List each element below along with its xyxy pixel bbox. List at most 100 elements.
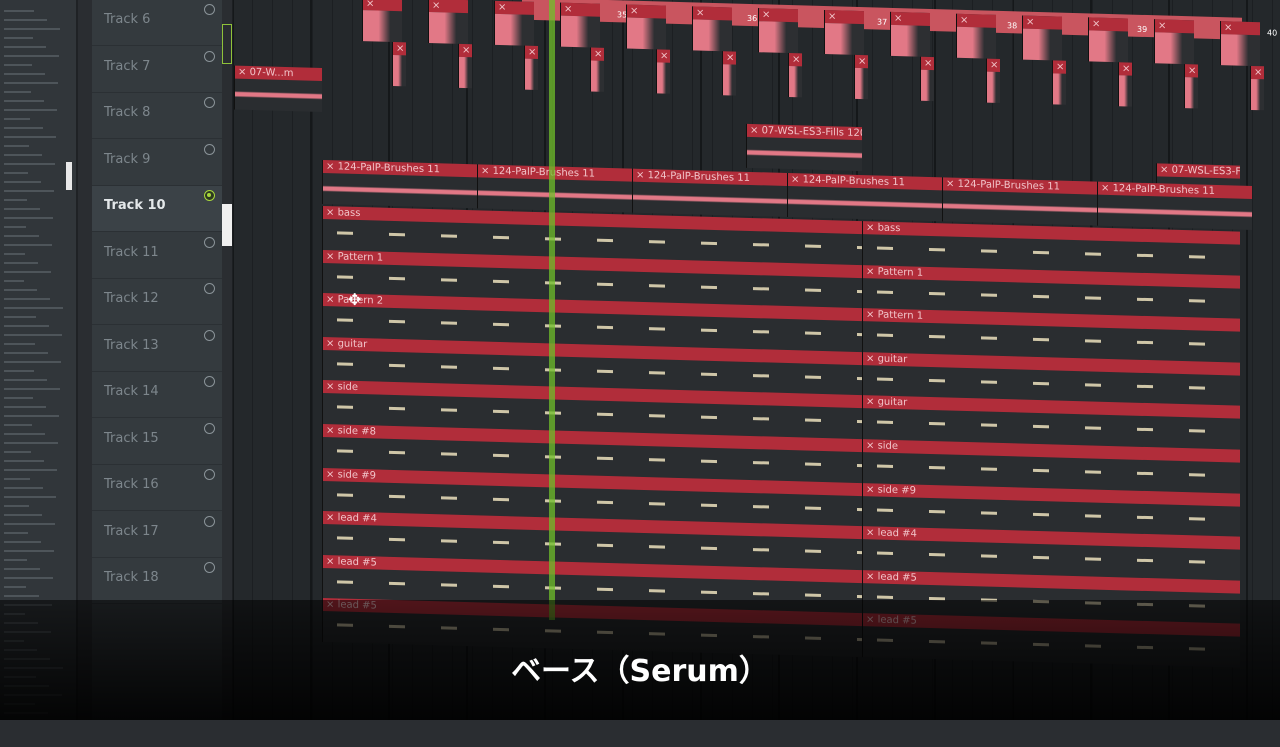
clip-header[interactable]: ×: [957, 13, 996, 28]
pattern-clip[interactable]: ×: [1184, 64, 1198, 109]
track-header[interactable]: Track 14: [92, 372, 222, 418]
pattern-clip[interactable]: × 124-PalP-Brushes 11: [322, 160, 477, 209]
pattern-clip[interactable]: ×: [428, 0, 468, 45]
pattern-clip[interactable]: ×: [824, 10, 864, 56]
browser-item: [4, 37, 33, 39]
pattern-clip[interactable]: ×: [920, 56, 934, 102]
pattern-clip[interactable]: ×: [458, 43, 472, 89]
clip-header[interactable]: ×: [429, 0, 468, 14]
pattern-clip[interactable]: ×: [1154, 19, 1194, 65]
pattern-clip[interactable]: × 07-WSL-ES3-Fills 120 bpm: [746, 123, 862, 172]
pattern-clip[interactable]: × 07-W...m: [234, 65, 322, 112]
pattern-clip[interactable]: ×: [626, 4, 666, 50]
clip-header[interactable]: ×: [891, 11, 930, 26]
pattern-clip[interactable]: ×: [1022, 15, 1062, 61]
pattern-clip[interactable]: ×: [524, 45, 538, 91]
pattern-clip[interactable]: ×: [986, 58, 1000, 103]
clip-name: bass: [337, 207, 361, 220]
clip-header[interactable]: ×: [459, 43, 472, 58]
track-header[interactable]: Track 18: [92, 558, 222, 604]
track-header[interactable]: Track 17: [92, 512, 222, 558]
clip-header[interactable]: ×: [693, 6, 732, 21]
clip-header[interactable]: ×: [657, 49, 670, 63]
clip-header[interactable]: ×: [1155, 19, 1194, 34]
pattern-clip[interactable]: ×: [692, 6, 732, 52]
clip-content: [323, 173, 477, 209]
track-enable-led[interactable]: [204, 236, 215, 248]
clip-header[interactable]: ×: [561, 2, 600, 17]
track-enable-led[interactable]: [204, 190, 215, 201]
track-enable-led[interactable]: [204, 515, 215, 527]
pattern-clip[interactable]: × 124-PalP-Brushes 11: [942, 177, 1097, 226]
ruler-bar-number: 40: [1267, 28, 1278, 38]
track-header[interactable]: Track 7: [92, 47, 222, 93]
clip-header[interactable]: ×: [1251, 65, 1264, 80]
clip-content: [789, 66, 802, 98]
pattern-clip[interactable]: ×: [494, 0, 534, 46]
track-enable-led[interactable]: [204, 143, 215, 155]
track-header[interactable]: Track 6: [92, 0, 222, 46]
clip-header[interactable]: ×: [591, 47, 604, 61]
pattern-clip[interactable]: ×: [1052, 60, 1066, 105]
clip-content: [987, 71, 1000, 103]
clip-header[interactable]: ×: [921, 56, 934, 71]
pattern-clip[interactable]: ×: [362, 0, 402, 43]
clip-header[interactable]: ×: [393, 41, 406, 56]
clip-header[interactable]: ×: [525, 45, 538, 60]
pattern-clip[interactable]: ×: [758, 8, 798, 54]
clip-header[interactable]: ×: [723, 51, 736, 65]
pattern-clip[interactable]: ×: [590, 47, 604, 92]
pattern-clip[interactable]: × 124-PalP-Brushes 11: [1097, 181, 1252, 230]
clip-header[interactable]: ×: [789, 53, 802, 67]
track-enable-led[interactable]: [204, 422, 215, 434]
track-header[interactable]: Track 16: [92, 465, 222, 511]
pattern-clip[interactable]: ×: [788, 53, 802, 98]
pattern-clip[interactable]: ×: [392, 41, 406, 87]
track-header[interactable]: Track 8: [92, 93, 222, 139]
clip-header[interactable]: ×: [855, 54, 868, 69]
track-enable-led[interactable]: [204, 469, 215, 480]
track-header[interactable]: Track 15: [92, 419, 222, 465]
track-header[interactable]: Track 9: [92, 140, 222, 186]
track-enable-led[interactable]: [204, 50, 215, 62]
pattern-clip[interactable]: ×: [560, 2, 600, 48]
clip-header[interactable]: ×: [759, 8, 798, 23]
track-label: Track 17: [104, 523, 159, 539]
track-enable-led[interactable]: [204, 4, 215, 15]
clip-header[interactable]: ×: [495, 0, 534, 15]
pattern-clip[interactable]: ×: [956, 13, 996, 59]
track-enable-led[interactable]: [204, 562, 215, 573]
track-header[interactable]: Track 12: [92, 279, 222, 325]
track-header[interactable]: Track 11: [92, 233, 222, 279]
clip-header[interactable]: ×: [1119, 62, 1132, 76]
clip-header[interactable]: ×: [1023, 15, 1062, 30]
pattern-clip[interactable]: ×: [1088, 17, 1128, 63]
pattern-clip[interactable]: × 124-PalP-Brushes 11: [632, 168, 787, 217]
playhead[interactable]: [549, 0, 555, 620]
clip-header[interactable]: ×: [1053, 60, 1066, 74]
track-header[interactable]: Track 13: [92, 326, 222, 372]
clip-header[interactable]: ×: [627, 4, 666, 19]
clip-header[interactable]: ×: [987, 58, 1000, 72]
track-header[interactable]: Track 10: [92, 186, 222, 232]
clip-header[interactable]: ×: [1185, 64, 1198, 78]
pattern-clip[interactable]: ×: [1220, 21, 1260, 67]
pattern-clip[interactable]: ×: [1250, 65, 1264, 111]
track-enable-led[interactable]: [204, 283, 215, 294]
pattern-clip[interactable]: × 124-PalP-Brushes 11: [787, 172, 942, 222]
clip-content: [693, 19, 732, 52]
clip-header[interactable]: ×: [1089, 17, 1128, 32]
browser-item: [4, 28, 60, 30]
clip-header[interactable]: ×: [1221, 21, 1260, 36]
pattern-clip[interactable]: ×: [1118, 62, 1132, 107]
pattern-clip[interactable]: ×: [890, 11, 930, 57]
pattern-clip[interactable]: ×: [722, 51, 736, 96]
pattern-clip[interactable]: ×: [854, 54, 868, 100]
track-enable-led[interactable]: [204, 97, 215, 108]
clip-header[interactable]: ×: [825, 10, 864, 25]
pattern-clip[interactable]: ×: [656, 49, 670, 94]
track-enable-led[interactable]: [204, 329, 215, 341]
track-enable-led[interactable]: [204, 376, 215, 387]
browser-scrollbar[interactable]: [66, 162, 72, 190]
track-label: Track 13: [104, 337, 159, 353]
